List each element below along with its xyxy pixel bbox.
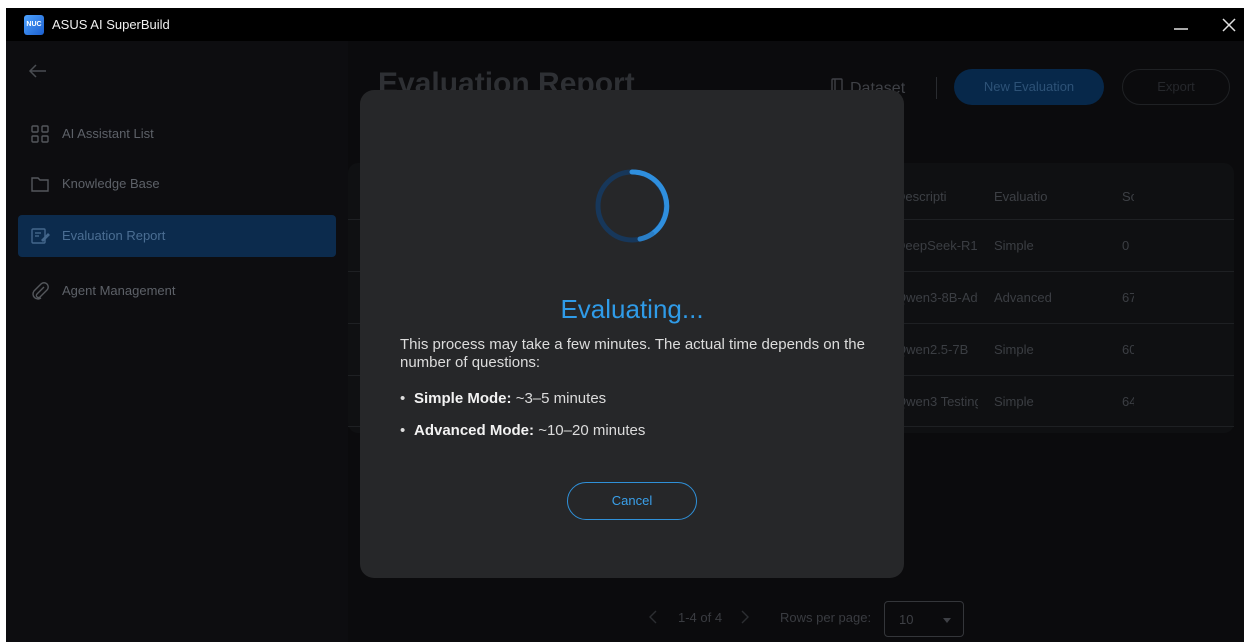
simple-mode-time: ~3–5 minutes <box>515 390 607 407</box>
sidebar: AI Assistant List Knowledge Base Evaluat… <box>6 41 348 642</box>
column-header-description[interactable]: Descripti <box>896 189 978 204</box>
bullet-icon: • <box>400 422 406 439</box>
table-cell-score: 67 <box>1122 290 1134 305</box>
pagination-range: 1-4 of 4 <box>678 610 723 625</box>
report-edit-icon <box>30 226 50 246</box>
app-window: NUC ASUS AI SuperBuild AI Assistant List… <box>6 8 1244 642</box>
pagination: 1-4 of 4 Rows per page: 10 <box>348 599 1244 639</box>
table-cell-evaluation: Simple <box>994 394 1034 409</box>
grid-icon <box>30 124 50 144</box>
chevron-right-icon[interactable] <box>740 609 750 628</box>
bullet-icon: • <box>400 390 406 407</box>
table-cell-description: Qwen3 Testing <box>896 394 978 409</box>
sidebar-item-evaluation-report[interactable]: Evaluation Report <box>18 215 336 257</box>
dialog-title: Evaluating... <box>560 294 704 324</box>
sidebar-item-ai-assistant-list[interactable]: AI Assistant List <box>18 113 336 155</box>
table-cell-evaluation: Simple <box>994 342 1034 357</box>
folder-icon <box>30 174 50 194</box>
cancel-button[interactable]: Cancel <box>567 482 697 520</box>
minimize-icon[interactable] <box>1166 11 1196 39</box>
table-cell-evaluation: Simple <box>994 238 1034 253</box>
sidebar-item-knowledge-base[interactable]: Knowledge Base <box>18 163 336 205</box>
dialog-description: This process may take a few minutes. The… <box>400 336 865 371</box>
paperclip-icon <box>30 281 50 301</box>
column-header-evaluation[interactable]: Evaluatio <box>994 189 1076 204</box>
advanced-mode-line: • Advanced Mode: ~10–20 minutes <box>400 422 645 439</box>
sidebar-item-label: Agent Management <box>62 283 176 298</box>
advanced-mode-time: ~10–20 minutes <box>538 422 646 439</box>
evaluating-dialog: Evaluating... This process may take a fe… <box>360 90 904 578</box>
rows-per-page-select[interactable]: 10 <box>884 601 964 637</box>
chevron-left-icon[interactable] <box>648 609 658 628</box>
table-cell-description: Qwen3-8B-Adv <box>896 290 978 305</box>
simple-mode-line: • Simple Mode: ~3–5 minutes <box>400 390 606 407</box>
table-cell-evaluation: Advanced <box>994 290 1052 305</box>
sidebar-item-label: Evaluation Report <box>62 228 166 243</box>
rows-per-page-label: Rows per page: <box>780 610 872 625</box>
sidebar-item-agent-management[interactable]: Agent Management <box>18 270 336 312</box>
window-title: ASUS AI SuperBuild <box>52 17 170 32</box>
title-bar: NUC ASUS AI SuperBuild <box>6 8 1244 41</box>
close-icon[interactable] <box>1214 11 1244 39</box>
back-arrow-icon[interactable] <box>26 61 50 81</box>
rows-per-page-value: 10 <box>899 612 914 627</box>
app-logo-icon: NUC <box>24 15 44 35</box>
simple-mode-label: Simple Mode: <box>414 390 512 407</box>
sidebar-item-label: AI Assistant List <box>62 126 154 141</box>
caret-down-icon <box>943 618 951 623</box>
table-cell-description: DeepSeek-R1-S <box>896 238 978 253</box>
table-cell-score: 64 <box>1122 394 1134 409</box>
table-cell-score: 0 <box>1122 238 1130 253</box>
table-cell-score: 60 <box>1122 342 1134 357</box>
export-button[interactable]: Export <box>1122 69 1230 105</box>
new-evaluation-button[interactable]: New Evaluation <box>954 69 1104 105</box>
divider <box>936 77 937 99</box>
loading-spinner-icon <box>592 166 672 246</box>
table-cell-description: Qwen2.5-7B <box>896 342 969 357</box>
advanced-mode-label: Advanced Mode: <box>414 422 535 439</box>
column-header-score[interactable]: Sco <box>1122 189 1134 204</box>
sidebar-item-label: Knowledge Base <box>62 176 160 191</box>
